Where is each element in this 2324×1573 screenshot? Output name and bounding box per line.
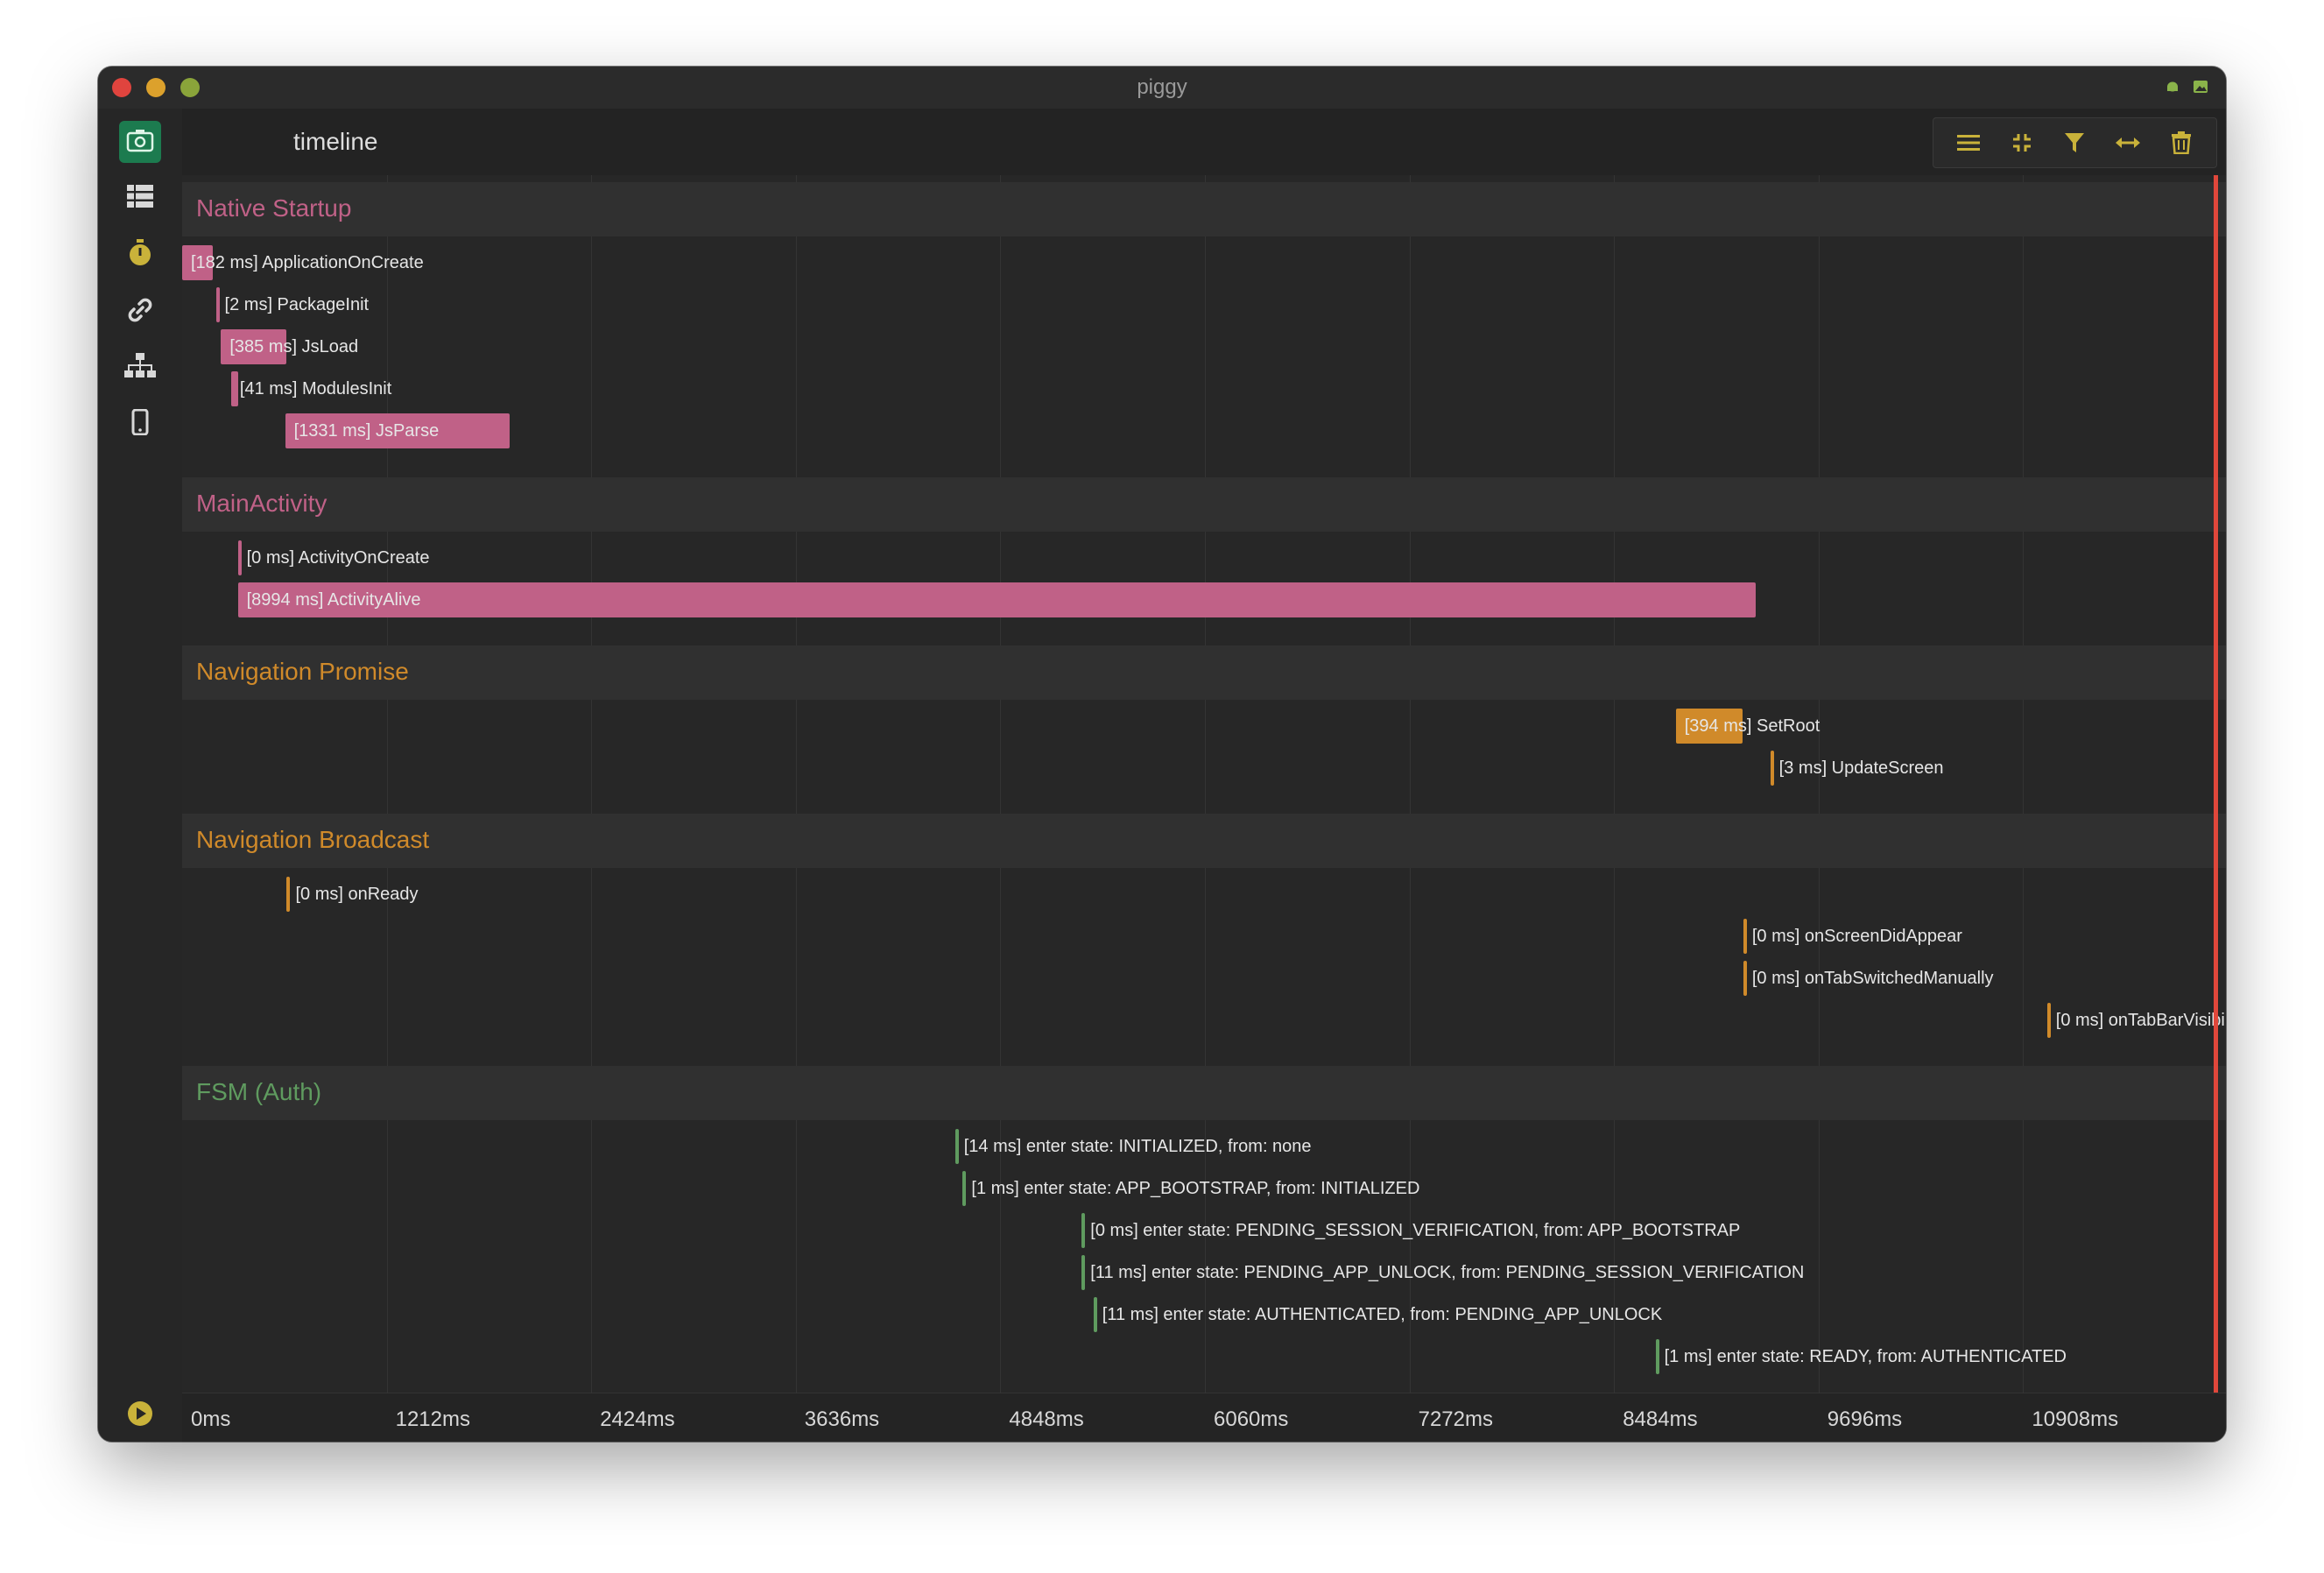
bars-icon [1957, 135, 1981, 151]
gridline [1000, 175, 1002, 1393]
gridline [1205, 175, 1206, 1393]
event-label: [3 ms] UpdateScreen [1778, 758, 1944, 778]
title-bar: piggy [98, 67, 2226, 109]
sidebar-item-device[interactable] [119, 401, 161, 443]
event-label: [0 ms] onScreenDidAppear [1751, 927, 1962, 946]
event-bar[interactable] [1093, 1297, 1097, 1332]
event-bar[interactable] [1743, 919, 1747, 954]
fit-width-button[interactable] [2107, 122, 2149, 164]
event-bar[interactable] [237, 582, 1757, 617]
event-label: [1331 ms] JsParse [293, 421, 440, 441]
gridline [386, 175, 388, 1393]
event-label: [0 ms] onTabSwitchedManually [1751, 969, 1994, 988]
event-bar[interactable] [1081, 1213, 1086, 1248]
section-header[interactable]: Navigation Broadcast [182, 814, 2226, 868]
plugin-header: timeline [182, 109, 2226, 175]
event-bar[interactable] [1743, 961, 1747, 996]
timeline-chart[interactable]: 0ms 1212ms 2424ms 3636ms 4848ms 6060ms 7272ms 8… [182, 175, 2226, 1442]
section-title: Navigation Promise [196, 658, 409, 685]
sidebar-item-list[interactable] [119, 175, 161, 217]
app-logo [119, 121, 161, 163]
play-button[interactable] [124, 1398, 156, 1429]
axis-tick-label: 6060ms [1214, 1407, 1289, 1431]
event-label: [8994 ms] ActivityAlive [246, 590, 421, 610]
link-icon [128, 298, 152, 322]
logo-icon [126, 130, 154, 152]
table-list-icon [127, 185, 153, 208]
sidebar-item-timeline[interactable] [119, 232, 161, 274]
app-window: piggy timeline 0ms 1212ms 2424ms 3636ms … [98, 67, 2226, 1442]
axis-tick-label: 10908ms [2032, 1407, 2119, 1431]
section-title: Navigation Broadcast [196, 826, 430, 853]
event-bar[interactable] [954, 1129, 959, 1164]
axis-tick-label: 2424ms [600, 1407, 675, 1431]
sidebar [98, 109, 182, 1442]
sidebar-item-links[interactable] [119, 289, 161, 331]
section-header[interactable]: Native Startup [182, 182, 2226, 236]
section-header[interactable]: FSM (Auth) [182, 1066, 2226, 1120]
trash-icon [2171, 131, 2191, 154]
collapse-button[interactable] [2001, 122, 2043, 164]
event-label: [0 ms] onReady [295, 885, 419, 904]
event-bar[interactable] [1770, 751, 1774, 786]
axis-tick-label: 7272ms [1418, 1407, 1493, 1431]
axis-tick-label: 1212ms [395, 1407, 470, 1431]
image-icon [2194, 81, 2208, 93]
section-header[interactable]: Navigation Promise [182, 645, 2226, 700]
gridline [795, 175, 797, 1393]
axis-tick-label: 3636ms [804, 1407, 880, 1431]
gridline [2023, 175, 2025, 1393]
clear-button[interactable] [2160, 122, 2202, 164]
event-label: [1 ms] enter state: APP_BOOTSTRAP, from:… [971, 1179, 1420, 1198]
event-bar[interactable] [215, 287, 220, 322]
event-label: [14 ms] enter state: INITIALIZED, from: … [963, 1137, 1312, 1156]
event-label: [0 ms] onTabBarVisibil [2055, 1011, 2226, 1030]
arrows-horizontal-icon [2116, 138, 2141, 148]
section-title: FSM (Auth) [196, 1078, 322, 1105]
event-bar[interactable] [962, 1171, 967, 1206]
event-label: [0 ms] enter state: PENDING_SESSION_VERI… [1090, 1221, 1741, 1240]
axis-tick-label: 4848ms [1009, 1407, 1084, 1431]
play-circle-icon [128, 1401, 152, 1426]
event-bar[interactable] [237, 540, 242, 575]
event-bar[interactable] [1655, 1339, 1659, 1374]
toolbar [1933, 117, 2217, 168]
current-time-line [2214, 175, 2218, 1393]
axis-tick-label: 0ms [191, 1407, 231, 1431]
page-title: timeline [293, 128, 378, 155]
gridline [1409, 175, 1411, 1393]
window-title: piggy [1137, 75, 1187, 99]
filter-button[interactable] [2053, 122, 2095, 164]
axis-tick-label: 9696ms [1827, 1407, 1903, 1431]
event-label: [11 ms] enter state: PENDING_APP_UNLOCK,… [1090, 1263, 1805, 1282]
event-label: [394 ms] SetRoot [1684, 716, 1820, 736]
event-label: [2 ms] PackageInit [224, 295, 370, 314]
event-label: [182 ms] ApplicationOnCreate [191, 253, 424, 272]
time-axis: 0ms 1212ms 2424ms 3636ms 4848ms 6060ms 7272ms 8… [182, 1393, 2226, 1442]
event-label: [41 ms] ModulesInit [239, 379, 392, 399]
compress-icon [2012, 134, 2031, 152]
filter-icon [2065, 133, 2085, 152]
event-bar[interactable] [230, 371, 238, 406]
stopwatch-icon [130, 239, 151, 265]
gridline [591, 175, 593, 1393]
gridline [1614, 175, 1616, 1393]
event-label: [0 ms] ActivityOnCreate [246, 548, 430, 568]
event-label: [11 ms] enter state: AUTHENTICATED, from… [1102, 1305, 1663, 1324]
event-bar[interactable] [2046, 1003, 2051, 1038]
event-label: [385 ms] JsLoad [229, 337, 359, 356]
section-title: MainActivity [196, 490, 327, 517]
sidebar-item-hierarchy[interactable] [119, 345, 161, 387]
axis-tick-label: 8484ms [1623, 1407, 1698, 1431]
android-icon [2167, 81, 2178, 92]
section-title: Native Startup [196, 194, 352, 222]
sitemap-icon [124, 353, 156, 377]
event-bar[interactable] [286, 877, 291, 912]
section-header[interactable]: MainActivity [182, 477, 2226, 532]
list-button[interactable] [1947, 122, 1989, 164]
event-label: [1 ms] enter state: READY, from: AUTHENT… [1664, 1347, 2067, 1366]
event-bar[interactable] [1081, 1255, 1086, 1290]
mobile-icon [131, 409, 149, 435]
